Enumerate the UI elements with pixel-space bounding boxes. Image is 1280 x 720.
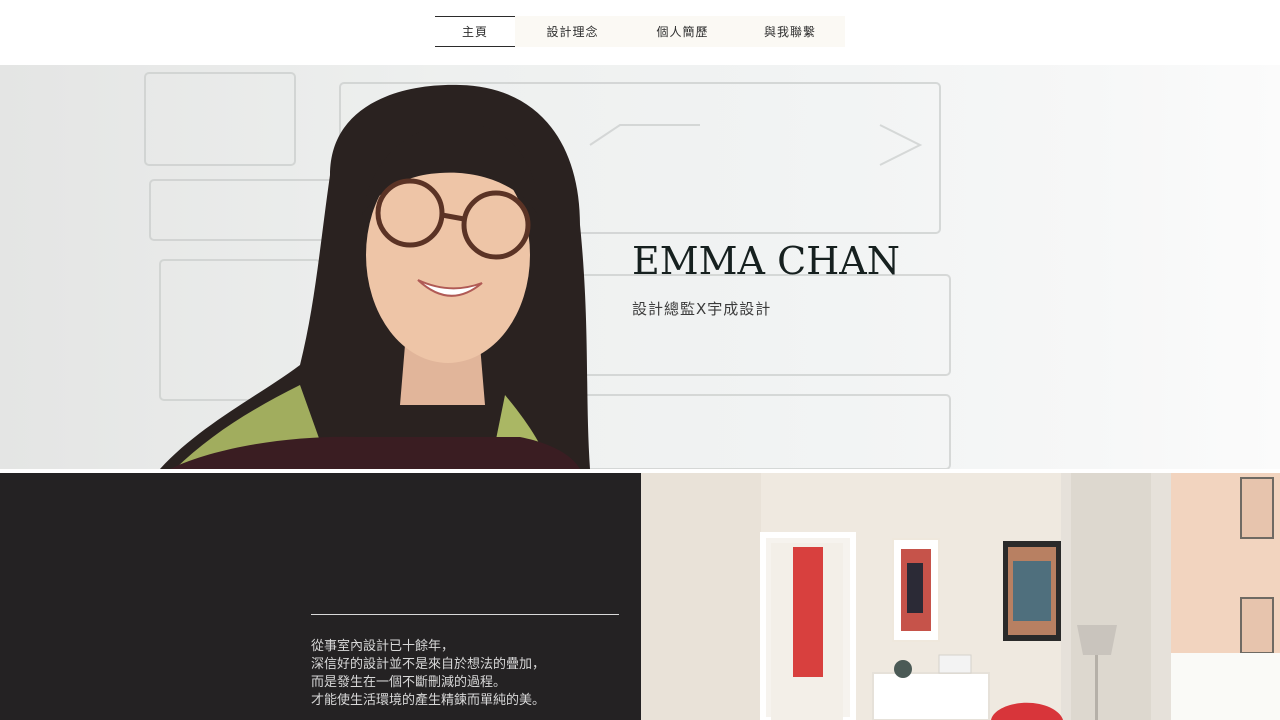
about-line: 深信好的設計並不是來自於想法的疊加， [311, 657, 546, 672]
site-header: 主頁 設計理念 個人簡歷 與我聯繫 [0, 0, 1280, 65]
nav-item-label: 個人簡歷 [656, 25, 709, 39]
interior-photo [641, 473, 1280, 720]
about-line: 才能使生活環境的產生精鍊而單純的美。 [311, 693, 546, 708]
nav-item-design-philosophy[interactable]: 設計理念 [515, 16, 630, 47]
nav-item-label: 設計理念 [546, 25, 599, 39]
main-nav: 主頁 設計理念 個人簡歷 與我聯繫 [435, 16, 845, 47]
nav-item-label: 與我聯繫 [763, 25, 816, 39]
about-panel: 從事室內設計已十餘年， 深信好的設計並不是來自於想法的疊加， 而是發生在一個不斷… [0, 473, 641, 720]
about-line: 而是發生在一個不斷刪減的過程。 [311, 675, 507, 690]
about-line: 從事室內設計已十餘年， [311, 639, 455, 654]
hero-name: EMMA CHAN [632, 239, 900, 283]
nav-item-contact[interactable]: 與我聯繫 [735, 16, 845, 47]
nav-item-resume[interactable]: 個人簡歷 [630, 16, 735, 47]
interior-photo-image [641, 473, 1280, 720]
hero-section: EMMA CHAN 設計總監X宇成設計 [0, 65, 1280, 469]
nav-item-label: 主頁 [461, 25, 488, 39]
hero-subtitle: 設計總監X宇成設計 [632, 300, 772, 318]
nav-item-home[interactable]: 主頁 [435, 16, 515, 47]
about-text: 從事室內設計已十餘年， 深信好的設計並不是來自於想法的疊加， 而是發生在一個不斷… [311, 638, 621, 710]
about-divider-line [311, 614, 619, 615]
